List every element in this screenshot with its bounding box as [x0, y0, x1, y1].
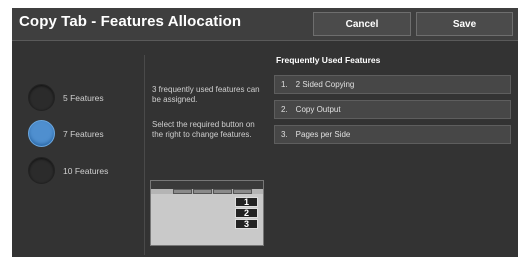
feature-number: 1. [281, 80, 288, 89]
feature-label: 2 Sided Copying [295, 80, 355, 89]
diagram-number-1: 1 [235, 197, 258, 207]
feature-button-1[interactable]: 1. 2 Sided Copying [274, 75, 511, 94]
radio-button-selected[interactable] [28, 120, 55, 147]
feature-label: Copy Output [295, 105, 341, 114]
feature-number: 3. [281, 130, 288, 139]
description-text: 3 frequently used features can be assign… [152, 85, 260, 104]
frequently-used-title: Frequently Used Features [276, 55, 381, 65]
content-area: 5 Features 7 Features 10 Features 3 freq… [12, 41, 518, 257]
cancel-button[interactable]: Cancel [313, 12, 411, 36]
option-label: 7 Features [63, 128, 104, 139]
option-label: 10 Features [63, 165, 109, 176]
header-bar: Copy Tab - Features Allocation Cancel Sa… [12, 8, 518, 41]
option-7-features[interactable]: 7 Features [28, 120, 104, 147]
feature-label: Pages per Side [295, 130, 351, 139]
option-10-features[interactable]: 10 Features [28, 157, 108, 184]
layout-diagram: 1 2 3 [150, 180, 264, 246]
diagram-number-2: 2 [235, 208, 258, 218]
diagram-body: 1 2 3 [151, 194, 263, 245]
diagram-header [151, 181, 263, 189]
save-button[interactable]: Save [416, 12, 513, 36]
diagram-number-3: 3 [235, 219, 258, 229]
radio-button[interactable] [28, 157, 55, 184]
feature-button-2[interactable]: 2. Copy Output [274, 100, 511, 119]
feature-button-3[interactable]: 3. Pages per Side [274, 125, 511, 144]
divider [144, 55, 145, 255]
radio-button[interactable] [28, 84, 55, 111]
option-5-features[interactable]: 5 Features [28, 84, 104, 111]
features-allocation-screen: Copy Tab - Features Allocation Cancel Sa… [12, 8, 518, 257]
instruction-text: Select the required button on the right … [152, 120, 255, 139]
feature-number: 2. [281, 105, 288, 114]
option-label: 5 Features [63, 92, 104, 103]
page-title: Copy Tab - Features Allocation [19, 13, 242, 30]
